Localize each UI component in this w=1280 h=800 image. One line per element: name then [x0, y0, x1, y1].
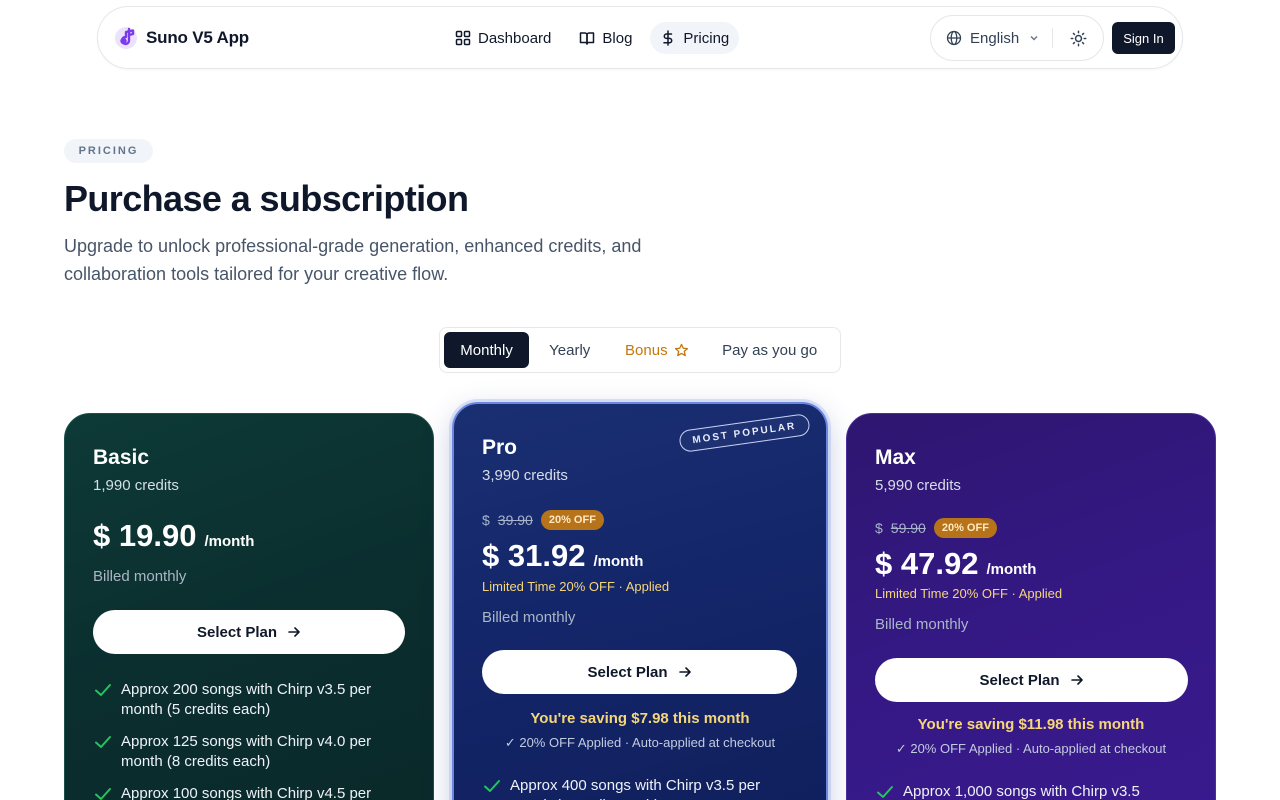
check-icon [877, 786, 893, 798]
section-tag: PRICING [64, 139, 153, 163]
plan-name: Max [875, 446, 916, 469]
grid-icon [455, 30, 471, 46]
feature-text: Approx 1,000 songs with Chirp v3.5 per m… [903, 783, 1140, 800]
nav-dashboard-label: Dashboard [478, 29, 552, 47]
nav-dashboard[interactable]: Dashboard [445, 22, 561, 54]
tab-bonus[interactable]: Bonus [610, 332, 703, 368]
tab-yearly[interactable]: Yearly [529, 332, 610, 368]
tab-monthly[interactable]: Monthly [444, 332, 530, 368]
nav-pricing-label: Pricing [683, 29, 730, 47]
plan-price: $ 19.90 /month [93, 518, 254, 554]
old-price-value: 39.90 [497, 512, 533, 528]
arrow-right-icon [288, 627, 300, 637]
arrow-right-icon [678, 667, 691, 677]
billing-note: Billed monthly [482, 609, 576, 626]
page-subtitle: Upgrade to unlock professional-grade gen… [64, 236, 642, 284]
select-plan-label: Select Plan [979, 671, 1060, 689]
feature-item: Approx 200 songs with Chirp v3.5 per mon… [93, 680, 383, 720]
plan-card-pro: MOST POPULAR Pro 3,990 credits $ 39.90 2… [452, 402, 828, 800]
feature-item: Approx 125 songs with Chirp v4.0 per mon… [93, 732, 383, 772]
language-selector[interactable]: English [931, 30, 1052, 47]
price-amount: $ 31.92 [482, 538, 586, 573]
saving-message: You're saving $7.98 this month [530, 710, 750, 727]
limited-offer-note: Limited Time 20% OFF · Applied [482, 579, 670, 594]
price-amount: $ 47.92 [875, 546, 979, 581]
price-period: /month [986, 561, 1037, 578]
select-plan-label: Select Plan [196, 623, 278, 641]
plan-name: Pro [482, 436, 518, 459]
original-price: $ 59.90 20% OFF [875, 518, 997, 538]
tab-pay-as-you-go[interactable]: Pay as you go [703, 332, 836, 368]
plan-credits: 1,990 credits [93, 477, 179, 494]
top-navbar: Suno V5 App Dashboard Blog Pricing Engli… [97, 6, 1183, 69]
discount-badge: 20% OFF [540, 510, 604, 530]
plan-credits: 5,990 credits [875, 477, 961, 494]
feature-list: Approx 200 songs with Chirp v3.5 per mon… [93, 680, 383, 800]
page-title: Purchase a subscription [64, 178, 469, 219]
check-icon [95, 788, 111, 800]
sign-in-button[interactable]: Sign In [1112, 22, 1175, 54]
nav-blog-label: Blog [602, 29, 633, 47]
old-currency: $ [482, 512, 490, 528]
music-note-logo-icon [115, 27, 137, 49]
feature-list: Approx 400 songs with Chirp v3.5 per mon… [482, 776, 772, 800]
language-label: English [970, 29, 1020, 47]
old-price-value: 59.90 [890, 520, 926, 536]
feature-item: Approx 1,000 songs with Chirp v3.5 per m… [875, 782, 1165, 800]
main-nav: Dashboard Blog Pricing [445, 22, 740, 54]
feature-list: Approx 1,000 songs with Chirp v3.5 per m… [875, 782, 1165, 800]
check-icon [484, 780, 500, 792]
saving-message: You're saving $11.98 this month [917, 716, 1145, 733]
feature-item: Approx 400 songs with Chirp v3.5 per mon… [482, 776, 772, 800]
feature-text: Approx 400 songs with Chirp v3.5 per mon… [510, 777, 761, 800]
tab-bonus-label: Bonus [625, 341, 668, 359]
globe-icon [946, 30, 962, 46]
brand-name: Suno V5 App [146, 28, 249, 47]
plan-name: Basic [93, 446, 150, 469]
check-icon [95, 684, 111, 696]
original-price: $ 39.90 20% OFF [482, 510, 604, 530]
check-icon [95, 736, 111, 748]
select-plan-button[interactable]: Select Plan [93, 610, 405, 654]
price-period: /month [204, 533, 255, 550]
discount-badge: 20% OFF [933, 518, 997, 538]
price-period: /month [593, 553, 644, 570]
billing-note: Billed monthly [93, 568, 187, 585]
limited-offer-note: Limited Time 20% OFF · Applied [875, 586, 1063, 601]
saving-detail: ✓ 20% OFF Applied · Auto-applied at chec… [895, 741, 1167, 756]
sun-icon [1070, 30, 1087, 46]
plan-card-basic: Basic 1,990 credits $ 19.90 /month Bille… [64, 413, 434, 800]
nav-blog[interactable]: Blog [569, 22, 642, 54]
dollar-icon [663, 30, 673, 46]
feature-text: Approx 200 songs with Chirp v3.5 per mon… [121, 681, 372, 718]
select-plan-label: Select Plan [587, 663, 668, 681]
feature-text: Approx 125 songs with Chirp v4.0 per mon… [121, 733, 372, 770]
most-popular-badge: MOST POPULAR [678, 413, 811, 453]
saving-detail: ✓ 20% OFF Applied · Auto-applied at chec… [504, 735, 776, 750]
select-plan-button[interactable]: Select Plan [482, 650, 797, 694]
old-currency: $ [875, 520, 883, 536]
arrow-right-icon [1070, 675, 1083, 685]
chevron-down-icon [1030, 36, 1038, 41]
theme-toggle-button[interactable] [1053, 30, 1103, 47]
price-amount: $ 19.90 [93, 518, 197, 553]
billing-tabs: Monthly Yearly Bonus Pay as you go [439, 327, 841, 373]
plan-price: $ 47.92 /month [875, 546, 1036, 582]
book-icon [580, 32, 595, 45]
star-icon [674, 343, 688, 356]
plan-credits: 3,990 credits [482, 467, 568, 484]
feature-item: Approx 100 songs with Chirp v4.5 per mon… [93, 784, 383, 800]
select-plan-button[interactable]: Select Plan [875, 658, 1188, 702]
plan-card-max: Max 5,990 credits $ 59.90 20% OFF $ 47.9… [846, 413, 1216, 800]
brand[interactable]: Suno V5 App [114, 26, 249, 50]
billing-note: Billed monthly [875, 616, 969, 633]
nav-pricing[interactable]: Pricing [650, 22, 740, 54]
nav-settings-group: English [930, 15, 1104, 61]
plan-price: $ 31.92 /month [482, 538, 643, 574]
feature-text: Approx 100 songs with Chirp v4.5 per mon… [121, 785, 372, 800]
